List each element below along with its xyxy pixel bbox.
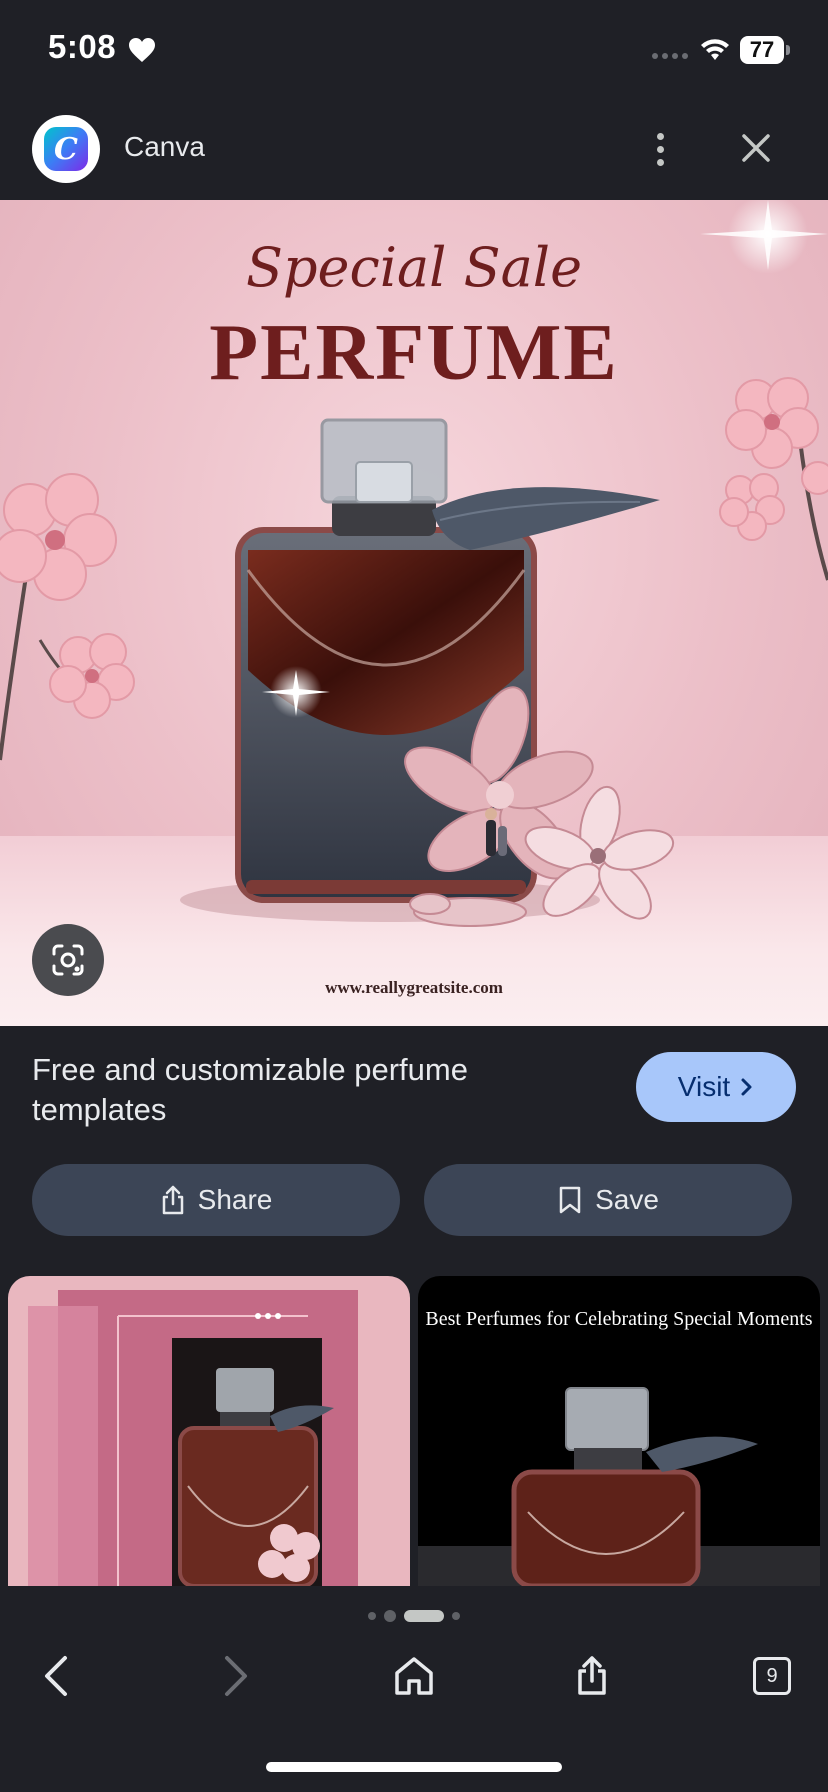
bottom-nav-bar: 9 [0, 1586, 828, 1792]
app-bar: C Canva [0, 100, 828, 200]
hero-image[interactable]: Special Sale PERFUME www.reallygreatsite… [0, 200, 828, 1026]
tabs-button[interactable]: 9 [742, 1646, 802, 1706]
canva-logo[interactable]: C [32, 115, 100, 183]
app-title[interactable]: Canva [124, 131, 205, 163]
related-result-thumbnail[interactable]: Best Perfumes for Celebrating Special Mo… [418, 1276, 820, 1586]
battery-icon: 77 [740, 36, 784, 64]
chevron-right-icon [741, 1078, 752, 1096]
heart-icon [129, 38, 155, 62]
hero-script-text: Special Sale [245, 236, 583, 299]
forward-icon [225, 1656, 247, 1696]
tabs-icon: 9 [753, 1657, 791, 1695]
hero-url: www.reallygreatsite.com [325, 978, 503, 997]
home-icon [395, 1657, 433, 1695]
home-indicator[interactable] [266, 1762, 562, 1772]
bookmark-icon [559, 1186, 581, 1214]
lens-search-icon [52, 944, 84, 976]
canva-logo-letter: C [54, 131, 78, 167]
share-button-label: Share [197, 1184, 273, 1215]
status-time: 5:08 [48, 28, 117, 65]
back-button[interactable] [26, 1646, 86, 1706]
more-options-icon[interactable] [640, 127, 680, 171]
visit-button[interactable]: Visit [636, 1052, 796, 1122]
share-page-button[interactable] [562, 1646, 622, 1706]
battery-tip [786, 45, 790, 55]
related-result-thumbnail[interactable] [8, 1276, 410, 1586]
hero-headline: PERFUME [209, 309, 619, 397]
status-bar: 5:08 77 [0, 0, 828, 100]
lens-search-button[interactable] [32, 924, 104, 996]
forward-button[interactable] [206, 1646, 266, 1706]
close-icon[interactable] [736, 128, 776, 168]
back-icon [45, 1656, 67, 1696]
visit-button-label: Visit [677, 1071, 731, 1102]
save-button[interactable]: Save [424, 1164, 792, 1236]
wifi-icon [701, 39, 729, 60]
result-title[interactable]: Free and customizable perfume templates [32, 1050, 592, 1130]
share-button[interactable]: Share [32, 1164, 400, 1236]
signal-icon [652, 53, 688, 59]
save-button-label: Save [595, 1184, 659, 1215]
related-perfume-image [28, 1290, 358, 1586]
share-icon [162, 1185, 183, 1215]
canva-logo-badge: C [44, 127, 88, 171]
carousel-indicator [0, 1610, 828, 1622]
share-icon [578, 1656, 606, 1695]
related-caption: Best Perfumes for Celebrating Special Mo… [425, 1308, 813, 1330]
home-button[interactable] [384, 1646, 444, 1706]
